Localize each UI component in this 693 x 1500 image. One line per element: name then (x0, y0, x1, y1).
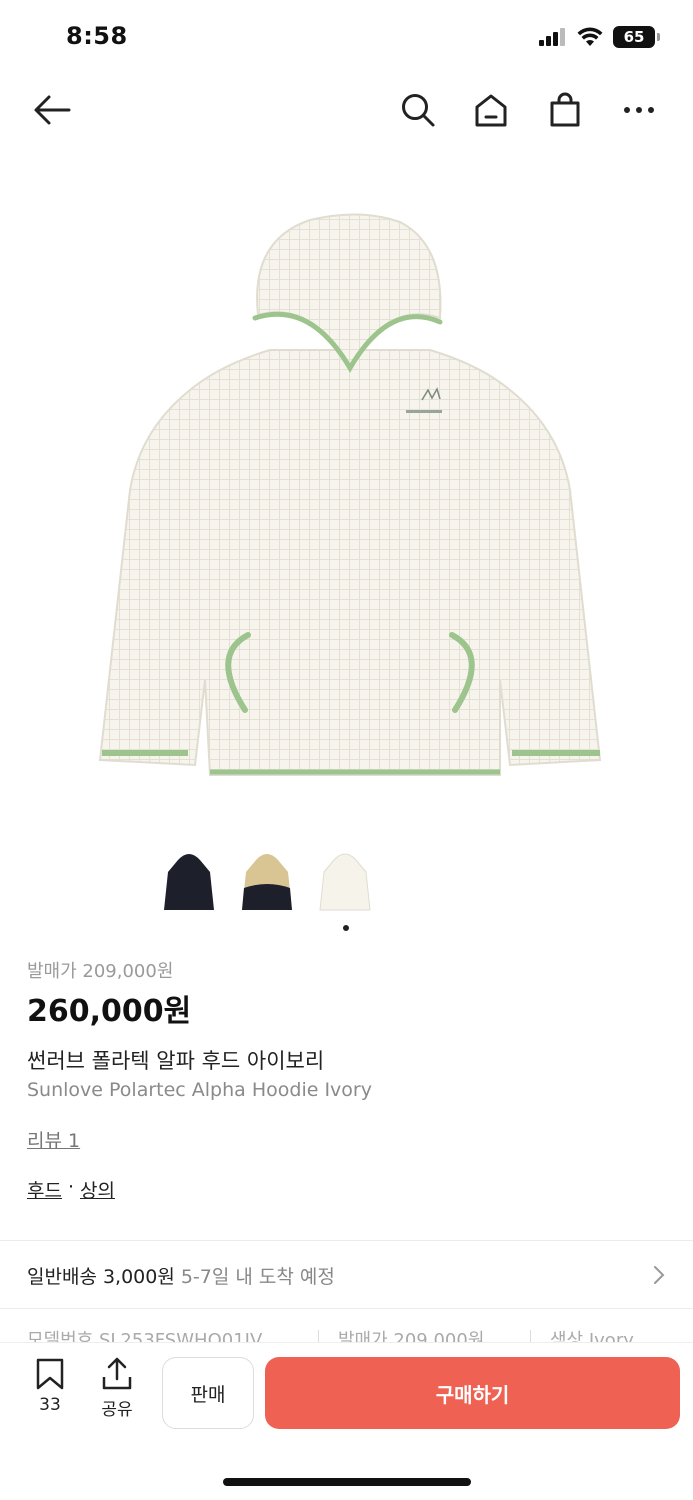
back-arrow-icon (34, 95, 71, 125)
color-thumbnails (160, 848, 374, 916)
more-button[interactable] (617, 88, 661, 132)
category-link-top[interactable]: 상의 (80, 1176, 115, 1203)
hoodie-image (98, 213, 602, 776)
product-name-english: Sunlove Polartec Alpha Hoodie Ivory (27, 1079, 372, 1101)
price: 260,000원 (27, 994, 192, 1029)
chevron-right-icon (654, 1266, 665, 1284)
product-name-korean: 썬러브 폴라텍 알파 후드 아이보리 (27, 1049, 325, 1073)
share-label: 공유 (101, 1400, 133, 1420)
more-icon (624, 107, 654, 113)
wifi-icon (577, 27, 603, 46)
bookmark-count: 33 (39, 1395, 61, 1415)
category-link-hood[interactable]: 후드 (27, 1176, 62, 1203)
bookmark-button[interactable]: 33 (25, 1357, 75, 1415)
product-image[interactable] (60, 200, 640, 800)
category-breadcrumb: 후드 · 상의 (27, 1176, 115, 1203)
status-time: 8:58 (66, 22, 128, 50)
release-price: 발매가 209,000원 (27, 961, 174, 982)
status-indicators: 65 (539, 26, 660, 48)
carousel-indicator (343, 925, 349, 931)
bookmark-icon (36, 1358, 64, 1390)
thumbnail-beige-black[interactable] (238, 848, 296, 916)
nav-bar (0, 80, 693, 140)
battery-icon: 65 (613, 26, 660, 48)
shipping-label: 일반배송 3,000원 (27, 1265, 175, 1288)
thumbnail-black[interactable] (160, 848, 218, 916)
signal-icon (539, 28, 565, 46)
battery-level: 65 (623, 28, 645, 46)
cart-button[interactable] (543, 88, 587, 132)
back-button[interactable] (30, 88, 74, 132)
home-indicator (223, 1478, 471, 1486)
home-icon (475, 94, 507, 127)
share-button[interactable]: 공유 (92, 1357, 142, 1420)
buy-button[interactable]: 구매하기 (265, 1357, 680, 1429)
status-bar: 8:58 65 (0, 0, 693, 75)
search-icon (402, 94, 435, 127)
review-link[interactable]: 리뷰 1 (27, 1126, 80, 1153)
thumbnail-ivory[interactable] (316, 848, 374, 916)
category-separator: · (67, 1176, 75, 1198)
bottom-action-bar: 33 공유 판매 구매하기 (0, 1342, 693, 1442)
divider (0, 1240, 693, 1241)
shipping-eta: 5-7일 내 도착 예정 (180, 1265, 335, 1288)
share-icon (102, 1357, 132, 1390)
divider (0, 1308, 693, 1309)
home-button[interactable] (469, 88, 513, 132)
shipping-row[interactable]: 일반배송 3,000원 5-7일 내 도착 예정 (0, 1242, 693, 1308)
search-button[interactable] (396, 88, 440, 132)
shopping-bag-icon (550, 92, 580, 127)
sell-button[interactable]: 판매 (162, 1357, 254, 1429)
